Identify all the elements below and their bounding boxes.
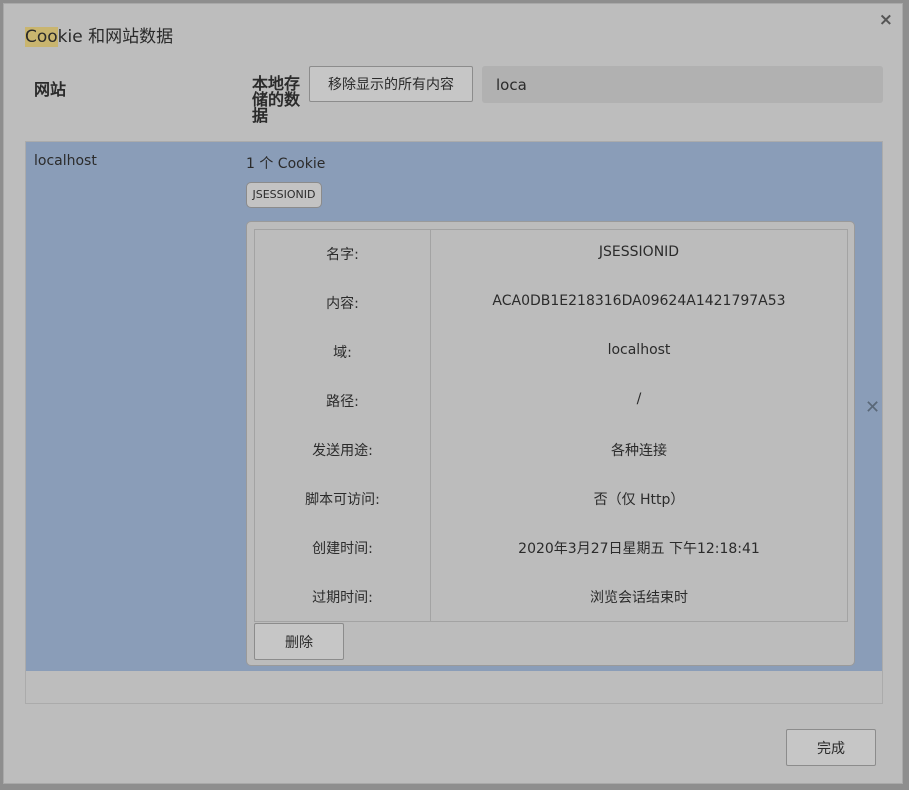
dialog-close-icon[interactable]: × xyxy=(879,10,893,30)
field-value: JSESSIONID xyxy=(598,244,680,260)
field-label: 内容: xyxy=(326,296,359,312)
dialog-title: Cookie 和网站数据 xyxy=(25,22,173,47)
field-value: 浏览会话结束时 xyxy=(590,590,688,606)
cookie-chip-jsessionid[interactable]: JSESSIONID xyxy=(246,182,322,208)
site-name: localhost xyxy=(34,153,97,169)
remove-site-icon[interactable]: ✕ xyxy=(865,397,880,418)
field-label: 过期时间: xyxy=(312,590,373,606)
title-text: kie 和网站数据 xyxy=(57,27,174,47)
site-list: localhost 1 个 Cookie JSESSIONID ✕ 名字: JSE… xyxy=(25,141,883,704)
search-input[interactable] xyxy=(482,66,883,103)
field-value: 各种连接 xyxy=(611,443,667,459)
field-label: 域: xyxy=(333,345,352,361)
delete-cookie-button[interactable]: 删除 xyxy=(254,623,344,660)
field-label: 名字: xyxy=(326,247,359,263)
field-label: 创建时间: xyxy=(312,541,373,557)
field-label: 路径: xyxy=(326,394,359,410)
cookie-detail-table: 名字: JSESSIONID 内容: ACA0DB1E218316DA09624A14… xyxy=(254,229,848,622)
site-column-header: 网站 xyxy=(34,80,67,99)
field-label: 发送用途: xyxy=(312,443,373,459)
cookie-detail-panel: 名字: JSESSIONID 内容: ACA0DB1E218316DA09624A14… xyxy=(246,221,855,666)
local-data-column-header: 本地存储的数据 xyxy=(252,74,301,125)
field-label: 脚本可访问: xyxy=(305,492,380,508)
field-value: / xyxy=(636,391,642,407)
site-row-localhost[interactable]: localhost 1 个 Cookie JSESSIONID ✕ 名字: JSE… xyxy=(26,142,882,671)
field-value: 否（仅 Http） xyxy=(593,492,685,508)
title-search-highlight: Coo xyxy=(25,27,58,47)
detail-divider xyxy=(430,230,431,621)
cookie-count: 1 个 Cookie xyxy=(246,156,326,172)
cookies-dialog: Cookie 和网站数据 × 网站 本地存储的数据 移除显示的所有内容 loca… xyxy=(3,3,903,784)
field-value: 2020年3月27日星期五 下午12:18:41 xyxy=(518,541,760,557)
field-value: localhost xyxy=(607,342,671,358)
done-button[interactable]: 完成 xyxy=(786,729,876,766)
field-value: ACA0DB1E218316DA09624A1421797A53 xyxy=(492,293,786,309)
remove-all-shown-button[interactable]: 移除显示的所有内容 xyxy=(309,66,473,102)
